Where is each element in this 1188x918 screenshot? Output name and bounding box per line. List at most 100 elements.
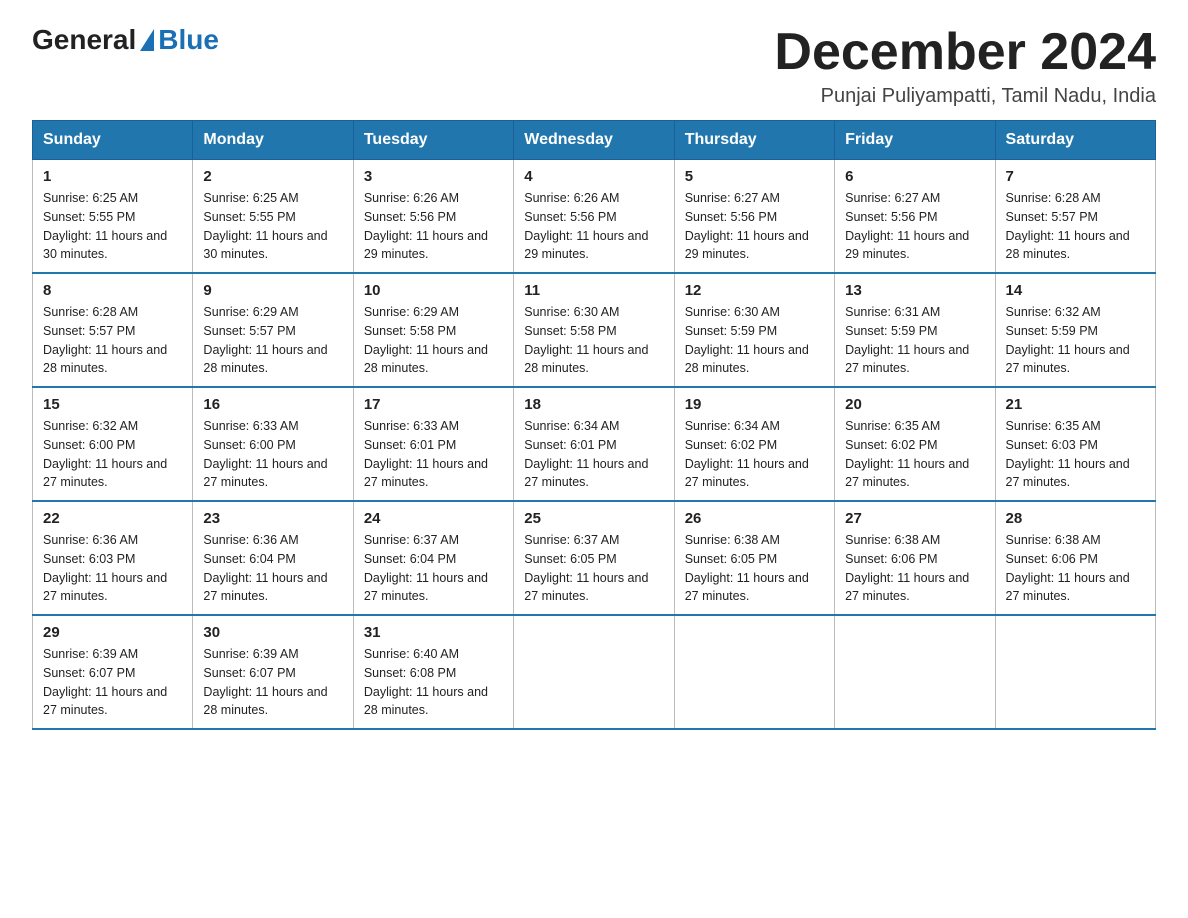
- day-info: Sunrise: 6:25 AMSunset: 5:55 PMDaylight:…: [203, 191, 327, 261]
- day-number: 16: [203, 396, 342, 413]
- day-number: 22: [43, 510, 182, 527]
- header-day-wednesday: Wednesday: [514, 121, 674, 160]
- day-number: 4: [524, 168, 663, 185]
- day-info: Sunrise: 6:26 AMSunset: 5:56 PMDaylight:…: [364, 191, 488, 261]
- day-number: 20: [845, 396, 984, 413]
- header: General Blue December 2024 Punjai Puliya…: [32, 24, 1156, 108]
- day-info: Sunrise: 6:28 AMSunset: 5:57 PMDaylight:…: [1006, 191, 1130, 261]
- day-number: 7: [1006, 168, 1145, 185]
- day-cell: 19 Sunrise: 6:34 AMSunset: 6:02 PMDaylig…: [674, 387, 834, 501]
- day-cell: 24 Sunrise: 6:37 AMSunset: 6:04 PMDaylig…: [353, 501, 513, 615]
- header-day-saturday: Saturday: [995, 121, 1155, 160]
- day-cell: 2 Sunrise: 6:25 AMSunset: 5:55 PMDayligh…: [193, 160, 353, 274]
- day-cell: [514, 615, 674, 729]
- day-cell: 29 Sunrise: 6:39 AMSunset: 6:07 PMDaylig…: [33, 615, 193, 729]
- day-cell: 5 Sunrise: 6:27 AMSunset: 5:56 PMDayligh…: [674, 160, 834, 274]
- day-cell: 27 Sunrise: 6:38 AMSunset: 6:06 PMDaylig…: [835, 501, 995, 615]
- day-number: 26: [685, 510, 824, 527]
- day-cell: 7 Sunrise: 6:28 AMSunset: 5:57 PMDayligh…: [995, 160, 1155, 274]
- day-number: 27: [845, 510, 984, 527]
- week-row-5: 29 Sunrise: 6:39 AMSunset: 6:07 PMDaylig…: [33, 615, 1156, 729]
- header-day-tuesday: Tuesday: [353, 121, 513, 160]
- week-row-4: 22 Sunrise: 6:36 AMSunset: 6:03 PMDaylig…: [33, 501, 1156, 615]
- day-info: Sunrise: 6:27 AMSunset: 5:56 PMDaylight:…: [845, 191, 969, 261]
- day-info: Sunrise: 6:39 AMSunset: 6:07 PMDaylight:…: [203, 647, 327, 717]
- logo-triangle-icon: [140, 29, 154, 51]
- day-cell: 17 Sunrise: 6:33 AMSunset: 6:01 PMDaylig…: [353, 387, 513, 501]
- day-cell: 13 Sunrise: 6:31 AMSunset: 5:59 PMDaylig…: [835, 273, 995, 387]
- day-number: 13: [845, 282, 984, 299]
- day-cell: 1 Sunrise: 6:25 AMSunset: 5:55 PMDayligh…: [33, 160, 193, 274]
- day-number: 23: [203, 510, 342, 527]
- day-info: Sunrise: 6:30 AMSunset: 5:58 PMDaylight:…: [524, 305, 648, 375]
- day-cell: 21 Sunrise: 6:35 AMSunset: 6:03 PMDaylig…: [995, 387, 1155, 501]
- day-cell: 9 Sunrise: 6:29 AMSunset: 5:57 PMDayligh…: [193, 273, 353, 387]
- day-cell: 3 Sunrise: 6:26 AMSunset: 5:56 PMDayligh…: [353, 160, 513, 274]
- calendar-body: 1 Sunrise: 6:25 AMSunset: 5:55 PMDayligh…: [33, 160, 1156, 730]
- day-info: Sunrise: 6:32 AMSunset: 5:59 PMDaylight:…: [1006, 305, 1130, 375]
- day-cell: 28 Sunrise: 6:38 AMSunset: 6:06 PMDaylig…: [995, 501, 1155, 615]
- week-row-3: 15 Sunrise: 6:32 AMSunset: 6:00 PMDaylig…: [33, 387, 1156, 501]
- day-cell: 16 Sunrise: 6:33 AMSunset: 6:00 PMDaylig…: [193, 387, 353, 501]
- day-info: Sunrise: 6:37 AMSunset: 6:05 PMDaylight:…: [524, 533, 648, 603]
- day-cell: 31 Sunrise: 6:40 AMSunset: 6:08 PMDaylig…: [353, 615, 513, 729]
- day-info: Sunrise: 6:35 AMSunset: 6:03 PMDaylight:…: [1006, 419, 1130, 489]
- day-info: Sunrise: 6:40 AMSunset: 6:08 PMDaylight:…: [364, 647, 488, 717]
- title-area: December 2024 Punjai Puliyampatti, Tamil…: [774, 24, 1156, 108]
- logo-blue-text: Blue: [158, 24, 219, 56]
- day-number: 6: [845, 168, 984, 185]
- day-number: 3: [364, 168, 503, 185]
- day-info: Sunrise: 6:34 AMSunset: 6:01 PMDaylight:…: [524, 419, 648, 489]
- day-cell: [835, 615, 995, 729]
- day-number: 29: [43, 624, 182, 641]
- day-info: Sunrise: 6:28 AMSunset: 5:57 PMDaylight:…: [43, 305, 167, 375]
- day-info: Sunrise: 6:33 AMSunset: 6:01 PMDaylight:…: [364, 419, 488, 489]
- day-cell: 20 Sunrise: 6:35 AMSunset: 6:02 PMDaylig…: [835, 387, 995, 501]
- day-number: 19: [685, 396, 824, 413]
- header-row: SundayMondayTuesdayWednesdayThursdayFrid…: [33, 121, 1156, 160]
- day-number: 5: [685, 168, 824, 185]
- day-cell: 22 Sunrise: 6:36 AMSunset: 6:03 PMDaylig…: [33, 501, 193, 615]
- day-cell: 23 Sunrise: 6:36 AMSunset: 6:04 PMDaylig…: [193, 501, 353, 615]
- day-number: 11: [524, 282, 663, 299]
- day-number: 14: [1006, 282, 1145, 299]
- day-info: Sunrise: 6:27 AMSunset: 5:56 PMDaylight:…: [685, 191, 809, 261]
- day-number: 28: [1006, 510, 1145, 527]
- day-cell: 12 Sunrise: 6:30 AMSunset: 5:59 PMDaylig…: [674, 273, 834, 387]
- day-info: Sunrise: 6:29 AMSunset: 5:57 PMDaylight:…: [203, 305, 327, 375]
- header-day-sunday: Sunday: [33, 121, 193, 160]
- day-number: 8: [43, 282, 182, 299]
- day-info: Sunrise: 6:38 AMSunset: 6:05 PMDaylight:…: [685, 533, 809, 603]
- day-info: Sunrise: 6:29 AMSunset: 5:58 PMDaylight:…: [364, 305, 488, 375]
- calendar-table: SundayMondayTuesdayWednesdayThursdayFrid…: [32, 120, 1156, 730]
- day-number: 21: [1006, 396, 1145, 413]
- day-info: Sunrise: 6:38 AMSunset: 6:06 PMDaylight:…: [1006, 533, 1130, 603]
- day-number: 12: [685, 282, 824, 299]
- day-number: 30: [203, 624, 342, 641]
- day-number: 1: [43, 168, 182, 185]
- day-number: 24: [364, 510, 503, 527]
- day-info: Sunrise: 6:31 AMSunset: 5:59 PMDaylight:…: [845, 305, 969, 375]
- day-cell: 25 Sunrise: 6:37 AMSunset: 6:05 PMDaylig…: [514, 501, 674, 615]
- day-number: 9: [203, 282, 342, 299]
- day-number: 10: [364, 282, 503, 299]
- day-number: 17: [364, 396, 503, 413]
- day-info: Sunrise: 6:39 AMSunset: 6:07 PMDaylight:…: [43, 647, 167, 717]
- header-day-thursday: Thursday: [674, 121, 834, 160]
- day-cell: 8 Sunrise: 6:28 AMSunset: 5:57 PMDayligh…: [33, 273, 193, 387]
- day-info: Sunrise: 6:36 AMSunset: 6:04 PMDaylight:…: [203, 533, 327, 603]
- header-day-monday: Monday: [193, 121, 353, 160]
- day-cell: 26 Sunrise: 6:38 AMSunset: 6:05 PMDaylig…: [674, 501, 834, 615]
- day-info: Sunrise: 6:36 AMSunset: 6:03 PMDaylight:…: [43, 533, 167, 603]
- logo-area: General Blue: [32, 24, 219, 56]
- day-number: 25: [524, 510, 663, 527]
- day-info: Sunrise: 6:38 AMSunset: 6:06 PMDaylight:…: [845, 533, 969, 603]
- day-info: Sunrise: 6:35 AMSunset: 6:02 PMDaylight:…: [845, 419, 969, 489]
- day-info: Sunrise: 6:34 AMSunset: 6:02 PMDaylight:…: [685, 419, 809, 489]
- day-cell: [995, 615, 1155, 729]
- logo-general-text: General: [32, 24, 136, 56]
- day-cell: 15 Sunrise: 6:32 AMSunset: 6:00 PMDaylig…: [33, 387, 193, 501]
- week-row-1: 1 Sunrise: 6:25 AMSunset: 5:55 PMDayligh…: [33, 160, 1156, 274]
- day-cell: 4 Sunrise: 6:26 AMSunset: 5:56 PMDayligh…: [514, 160, 674, 274]
- day-number: 2: [203, 168, 342, 185]
